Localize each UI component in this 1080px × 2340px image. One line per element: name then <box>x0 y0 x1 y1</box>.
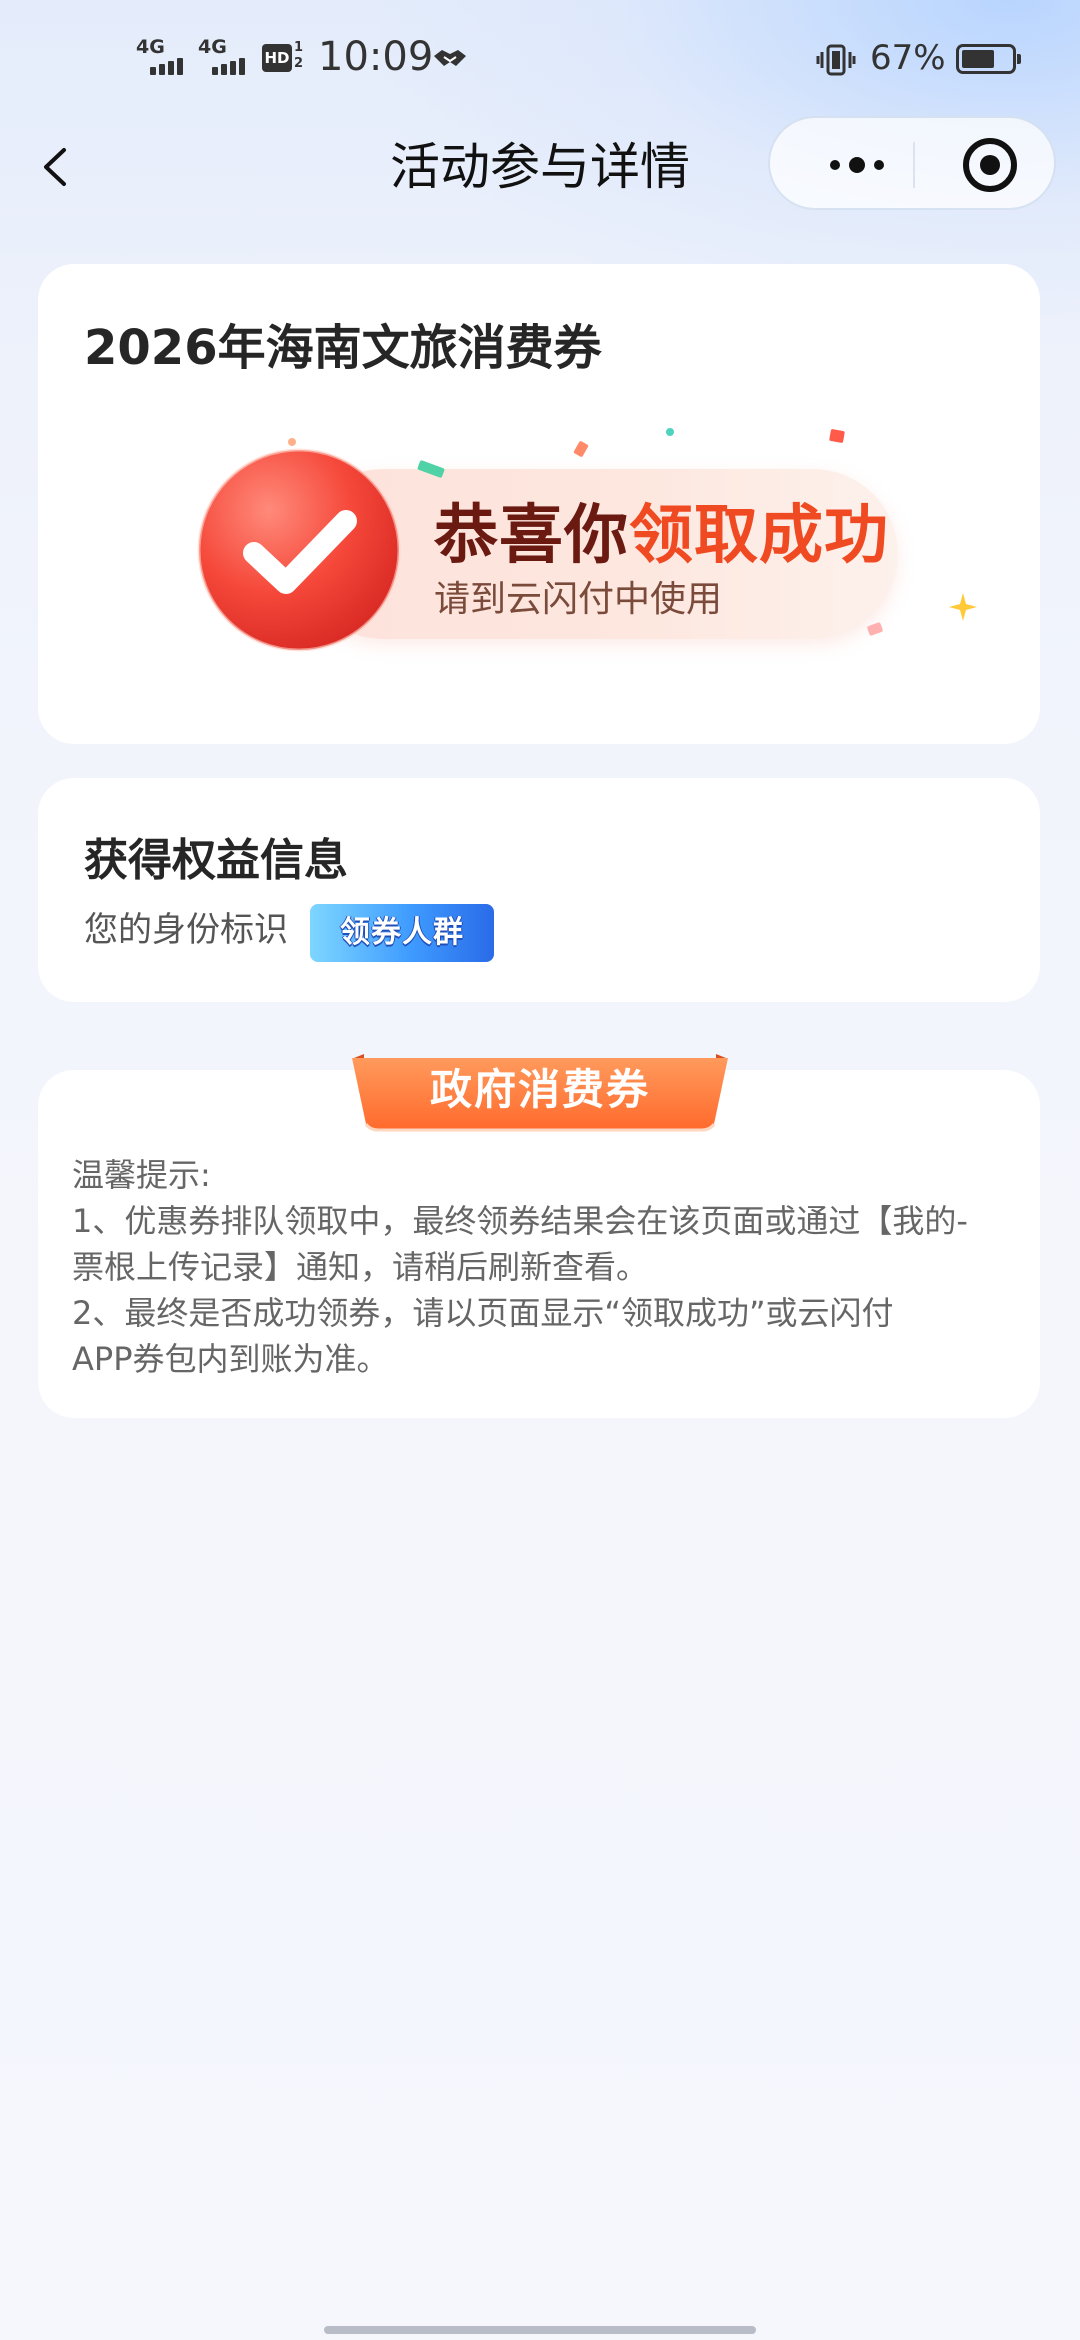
home-indicator[interactable] <box>324 2326 756 2334</box>
capsule-divider <box>913 142 915 188</box>
handshake-icon <box>432 46 468 79</box>
gov-coupon-ribbon-label: 政府消费券 <box>429 1065 650 1114</box>
confetti-decoration <box>666 428 674 436</box>
confetti-decoration <box>829 428 845 444</box>
clock: 10:09 <box>318 34 434 80</box>
more-dots-icon <box>830 157 884 173</box>
status-bar: 4G 4G HD 1 2 10:09 67% <box>0 0 1080 120</box>
signal-bars-icon <box>212 58 245 75</box>
success-banner: 恭喜你领取成功 请到云闪付中使用 <box>148 414 998 694</box>
signal-bars-icon <box>150 58 183 75</box>
tips-line: APP券包内到账为准。 <box>72 1340 389 1378</box>
battery-icon <box>956 44 1021 74</box>
gov-coupon-ribbon: 政府消费券 <box>352 1054 728 1132</box>
confetti-decoration <box>288 438 296 446</box>
tips-line: 温馨提示: <box>72 1156 211 1194</box>
identity-label: 您的身份标识 <box>84 910 288 950</box>
success-message-highlight: 领取成功 <box>629 499 889 573</box>
identity-badge: 领券人群 <box>310 904 494 962</box>
chevron-left-icon <box>44 148 66 186</box>
close-miniprogram-button[interactable] <box>950 118 1030 212</box>
success-message: 恭喜你领取成功 <box>434 496 889 576</box>
target-circle-icon <box>963 138 1017 192</box>
network-type-1: 4G <box>136 36 165 58</box>
hd-sim-index: 1 2 <box>294 40 304 71</box>
tips-line: 票根上传记录】通知，请稍后刷新查看。 <box>72 1248 649 1286</box>
activity-card: 2026年海南文旅消费券 恭喜你领取成功 请到云闪付中使用 <box>38 264 1040 744</box>
tips-line: 1、优惠券排队领取中，最终领券结果会在该页面或通过【我的- <box>72 1202 968 1240</box>
success-subtitle: 请到云闪付中使用 <box>434 579 723 620</box>
confetti-decoration <box>866 621 884 637</box>
vibrate-icon <box>816 44 856 80</box>
tips-line: 2、最终是否成功领券，请以页面显示“领取成功”或云闪付 <box>72 1294 894 1332</box>
back-button[interactable] <box>30 132 90 202</box>
activity-title: 2026年海南文旅消费券 <box>84 320 602 376</box>
miniprogram-capsule <box>768 116 1056 210</box>
more-button[interactable] <box>810 118 900 212</box>
rights-card: 获得权益信息 您的身份标识 领券人群 <box>38 778 1040 1002</box>
tips-text: 温馨提示: 1、优惠券排队领取中，最终领券结果会在该页面或通过【我的- 票根上传… <box>72 1152 1012 1382</box>
battery-fill <box>962 50 994 68</box>
confetti-decoration <box>573 440 589 458</box>
hd-voice-icon: HD <box>262 44 292 72</box>
rights-title: 获得权益信息 <box>84 835 348 886</box>
sparkle-icon <box>949 593 977 621</box>
signal-1: 4G <box>136 38 183 75</box>
signal-2: 4G <box>198 38 245 75</box>
network-type-2: 4G <box>198 36 227 58</box>
check-circle-icon <box>196 447 402 653</box>
success-message-prefix: 恭喜你 <box>434 499 629 573</box>
battery-percent: 67% <box>870 38 946 78</box>
